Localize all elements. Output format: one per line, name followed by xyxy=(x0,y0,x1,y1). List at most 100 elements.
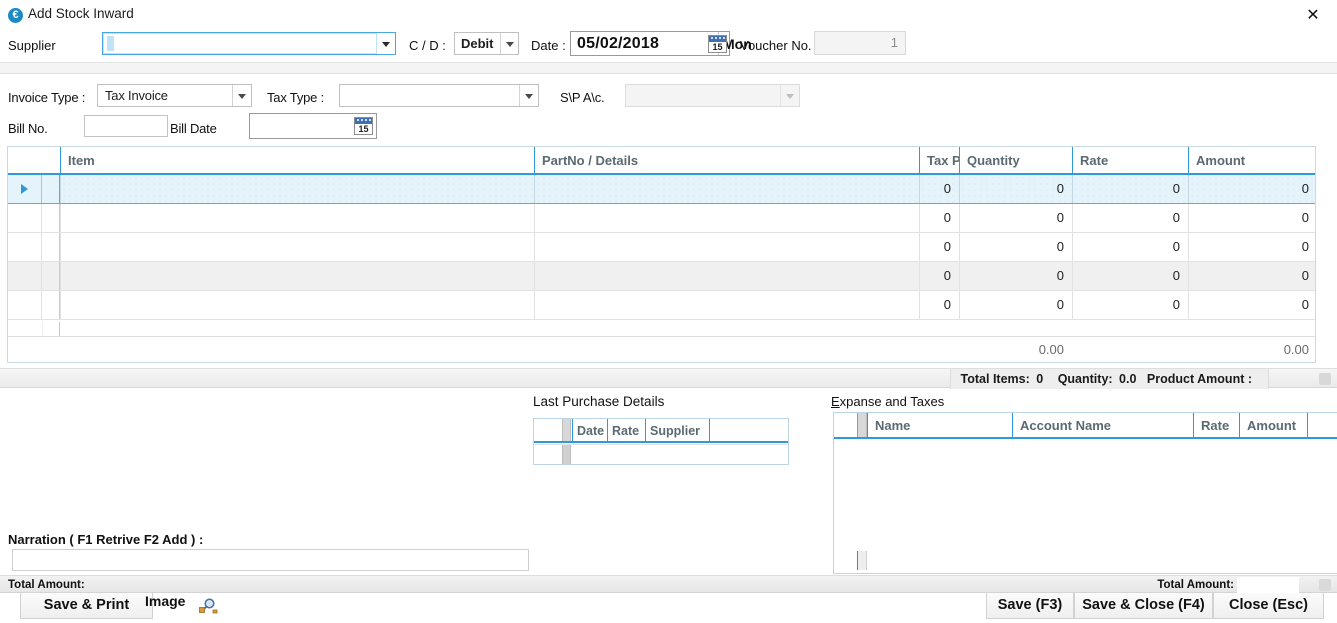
last-purchase-grid[interactable]: Date Rate Supplier xyxy=(533,418,789,465)
exp-col-name[interactable]: Name xyxy=(867,413,1012,439)
cell-taxp[interactable]: 0 xyxy=(919,262,959,290)
row-selector[interactable] xyxy=(8,233,42,261)
bill-no-input[interactable] xyxy=(84,115,168,137)
table-row[interactable]: 0 0 0 0 xyxy=(8,291,1315,320)
expanse-new-row-stub[interactable] xyxy=(857,551,867,570)
cell-item[interactable] xyxy=(60,262,534,290)
cell-amount[interactable]: 0 xyxy=(1188,175,1317,203)
bill-date-field[interactable]: 15 xyxy=(249,113,377,139)
cell-partno[interactable] xyxy=(534,233,919,261)
chevron-down-icon[interactable] xyxy=(519,85,538,106)
resize-grip-icon[interactable] xyxy=(1319,373,1331,385)
cell-item[interactable] xyxy=(60,175,534,203)
cell-amount[interactable]: 0 xyxy=(1188,233,1317,261)
cell-amount[interactable]: 0 xyxy=(1188,291,1317,319)
cell-text: 0 xyxy=(1301,210,1309,225)
expanse-header-row: Name Account Name Rate Amount xyxy=(834,413,1337,439)
calendar-icon[interactable]: 15 xyxy=(354,117,373,135)
exp-col-amount[interactable]: Amount xyxy=(1239,413,1307,439)
cell-partno[interactable] xyxy=(534,262,919,290)
close-button[interactable]: Close (Esc) xyxy=(1213,593,1324,619)
grid-col-rate[interactable]: Rate xyxy=(1072,147,1188,175)
lpd-col-date[interactable]: Date xyxy=(572,419,607,443)
last-purchase-stub xyxy=(562,419,571,441)
table-row[interactable]: 0 0 0 0 xyxy=(8,262,1315,291)
chevron-down-icon[interactable] xyxy=(376,33,395,54)
lpd-col-rate[interactable]: Rate xyxy=(607,419,645,443)
total-amount-bar: Total Amount: Total Amount: xyxy=(0,575,1337,593)
cell-text: 0 xyxy=(1301,268,1309,283)
row-stub xyxy=(42,175,60,203)
cell-text: 0 xyxy=(943,210,951,225)
chevron-down-icon[interactable] xyxy=(500,33,518,54)
grid-col-amount[interactable]: Amount xyxy=(1188,147,1317,175)
row-selector[interactable] xyxy=(8,262,42,290)
cell-taxp[interactable]: 0 xyxy=(919,291,959,319)
cell-rate[interactable]: 0 xyxy=(1072,291,1188,319)
last-purchase-empty-row[interactable] xyxy=(534,444,788,464)
cell-text: 0 xyxy=(1056,268,1064,283)
table-row[interactable]: 0 0 0 0 xyxy=(8,233,1315,262)
cell-amount[interactable]: 0 xyxy=(1188,262,1317,290)
invoice-type-combo[interactable]: Tax Invoice xyxy=(97,84,252,107)
tax-type-combo[interactable] xyxy=(339,84,539,107)
cell-taxp[interactable]: 0 xyxy=(919,204,959,232)
cell-text: 0 xyxy=(1056,239,1064,254)
cell-partno[interactable] xyxy=(534,204,919,232)
grid-col-item[interactable]: Item xyxy=(60,147,534,175)
cell-amount[interactable]: 0 xyxy=(1188,204,1317,232)
cell-rate[interactable]: 0 xyxy=(1072,175,1188,203)
supplier-combo[interactable] xyxy=(102,32,396,55)
exp-col-rate[interactable]: Rate xyxy=(1193,413,1239,439)
cell-quantity[interactable]: 0 xyxy=(959,233,1072,261)
expanse-taxes-grid[interactable]: Name Account Name Rate Amount xyxy=(833,412,1337,574)
row-selector[interactable] xyxy=(8,175,42,203)
grid-col-taxp[interactable]: Tax P xyxy=(919,147,959,175)
grid-summary-bar: Total Items: 0 Quantity: 0.0 Product Amo… xyxy=(0,368,1337,389)
voucher-no-field[interactable]: 1 xyxy=(814,31,906,55)
save-and-print-button[interactable]: Save & Print xyxy=(20,593,153,619)
stock-items-grid[interactable]: Item PartNo / Details Tax P Quantity Rat… xyxy=(7,146,1317,363)
sp-ac-combo[interactable] xyxy=(625,84,800,107)
cell-partno[interactable] xyxy=(534,291,919,319)
cell-item[interactable] xyxy=(60,291,534,319)
cell-quantity[interactable]: 0 xyxy=(959,204,1072,232)
cell-quantity[interactable]: 0 xyxy=(959,175,1072,203)
magnifier-folder-icon[interactable] xyxy=(196,597,222,617)
cell-taxp[interactable]: 0 xyxy=(919,233,959,261)
row-selector[interactable] xyxy=(8,204,42,232)
narration-input[interactable] xyxy=(12,549,529,571)
cell-item[interactable] xyxy=(60,204,534,232)
resize-grip-icon[interactable] xyxy=(1319,579,1331,591)
chevron-down-icon[interactable] xyxy=(232,85,251,106)
sp-ac-value xyxy=(633,85,777,106)
row-stub xyxy=(42,204,60,232)
row-selector[interactable] xyxy=(8,291,42,319)
table-row[interactable]: 0 0 0 0 xyxy=(8,204,1315,233)
calendar-icon[interactable]: 15 xyxy=(708,35,727,53)
title-bar: € Add Stock Inward ✕ xyxy=(0,0,1337,30)
grid-col-partno[interactable]: PartNo / Details xyxy=(534,147,919,175)
close-icon[interactable]: ✕ xyxy=(1301,5,1325,27)
cell-item[interactable] xyxy=(60,233,534,261)
save-button[interactable]: Save (F3) xyxy=(986,593,1074,619)
cell-rate[interactable]: 0 xyxy=(1072,233,1188,261)
summary-chip: Total Items: 0 Quantity: 0.0 Product Amo… xyxy=(949,369,1269,389)
lpd-col-supplier[interactable]: Supplier xyxy=(645,419,709,443)
date-value[interactable]: 05/02/2018 xyxy=(573,32,719,55)
cell-taxp[interactable]: 0 xyxy=(919,175,959,203)
save-close-button[interactable]: Save & Close (F4) xyxy=(1074,593,1213,619)
cell-rate[interactable]: 0 xyxy=(1072,262,1188,290)
exp-col-account-name[interactable]: Account Name xyxy=(1012,413,1193,439)
cell-partno[interactable] xyxy=(534,175,919,203)
cell-rate[interactable]: 0 xyxy=(1072,204,1188,232)
narration-label: Narration ( F1 Retrive F2 Add ) : xyxy=(8,532,204,547)
cell-quantity[interactable]: 0 xyxy=(959,291,1072,319)
invoice-type-value: Tax Invoice xyxy=(105,88,168,103)
table-row[interactable]: 0 0 0 0 xyxy=(8,175,1317,204)
cell-quantity[interactable]: 0 xyxy=(959,262,1072,290)
grid-col-quantity[interactable]: Quantity xyxy=(959,147,1072,175)
total-amount-right-label: Total Amount: xyxy=(1157,579,1234,591)
cd-combo[interactable]: Debit xyxy=(454,32,519,55)
date-field[interactable]: 05/02/2018 Mon 15 xyxy=(570,31,752,56)
